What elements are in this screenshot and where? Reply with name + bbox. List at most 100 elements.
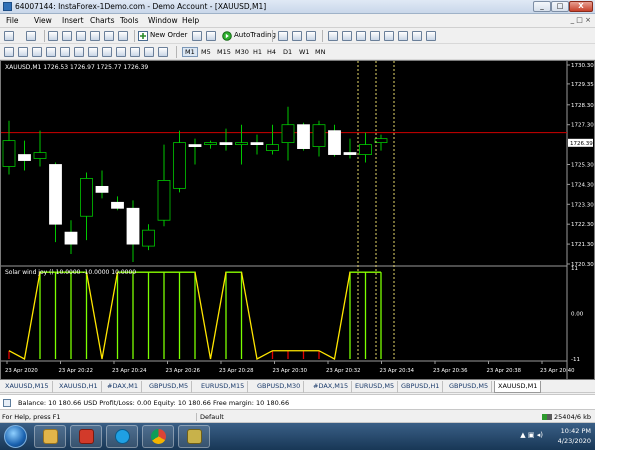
chart-tab-xauusd-m1[interactable]: XAUUSD,M1 — [494, 381, 542, 393]
chart-tab-xauusd-h1[interactable]: XAUUSD,H1 — [56, 381, 102, 393]
menu-tools[interactable]: Tools — [120, 16, 138, 25]
taskbar-explorer-button[interactable] — [34, 425, 66, 448]
connection-icon — [542, 414, 553, 420]
horizontal-line-icon[interactable] — [46, 47, 56, 57]
expert-advisor-icon[interactable] — [206, 31, 216, 41]
candle-body — [49, 164, 62, 225]
more-tools-icon[interactable] — [158, 47, 168, 57]
candlestick-icon[interactable] — [292, 31, 302, 41]
market-watch-icon[interactable] — [48, 31, 58, 41]
navigator-icon[interactable] — [76, 31, 86, 41]
maximize-button[interactable]: □ — [551, 1, 569, 12]
terminal-window: 64007144: InstaForex-1Demo.com - Demo Ac… — [0, 0, 595, 450]
timeframe-d1-button[interactable]: D1 — [280, 47, 295, 57]
chart-tab-gbpusd-m5[interactable]: GBPUSD,M5 — [146, 381, 193, 393]
candle-body — [281, 124, 295, 144]
chart-tab-gbpusd-m5[interactable]: GBPUSD,M5 — [446, 381, 493, 393]
menu-insert[interactable]: Insert — [62, 16, 84, 25]
time-tick-label: 23 Apr 20:28 — [219, 368, 254, 374]
indicators-icon[interactable] — [398, 31, 408, 41]
chrome-icon — [151, 429, 166, 444]
terminal-panel: Balance: 10 180.66 USD Profit/Loss: 0.00… — [0, 394, 595, 410]
zoom-out-icon[interactable] — [342, 31, 352, 41]
timeframe-h4-button[interactable]: H4 — [264, 47, 279, 57]
periods-icon[interactable] — [412, 31, 422, 41]
data-window-icon[interactable] — [62, 31, 72, 41]
timeframe-m5-button[interactable]: M5 — [198, 47, 214, 57]
timeframe-m30-button[interactable]: M30 — [232, 47, 252, 57]
price-tick-label: 1724.30 — [571, 182, 594, 188]
new-order-button[interactable]: New Order — [138, 30, 187, 42]
autotrading-icon — [222, 31, 232, 41]
taskbar-skype-button[interactable] — [106, 425, 138, 448]
timeframe-m15-button[interactable]: M15 — [214, 47, 234, 57]
toolbar-separator — [176, 46, 177, 58]
profiles-icon[interactable] — [26, 31, 36, 41]
chart-tab-gbpusd-m30[interactable]: GBPUSD,M30 — [254, 381, 305, 393]
metaeditor-icon[interactable] — [192, 31, 202, 41]
shapes-tool-icon[interactable] — [144, 47, 154, 57]
trendline-icon[interactable] — [60, 47, 70, 57]
chart-tab-dax-m1[interactable]: #DAX,M1 — [104, 381, 143, 393]
price-tick-label: 1730.30 — [571, 63, 594, 69]
candle-body — [235, 142, 248, 146]
time-tick-label: 23 Apr 20:38 — [487, 368, 522, 374]
text-tool-icon[interactable] — [102, 47, 112, 57]
candle-body — [328, 130, 341, 155]
cursor-icon[interactable] — [4, 47, 14, 57]
chart-tab-eurusd-m15[interactable]: EURUSD,M15 — [198, 381, 249, 393]
menu-window[interactable]: Window — [148, 16, 178, 25]
chart-shift-icon[interactable] — [370, 31, 380, 41]
mdi-window-controls[interactable]: _ □ × — [571, 16, 591, 24]
taskbar-chrome-button[interactable] — [142, 425, 174, 448]
timeframe-mn-button[interactable]: MN — [312, 47, 328, 57]
terminal-icon[interactable] — [90, 31, 100, 41]
price-chart[interactable]: 1730.30 1729.35 1728.30 1727.30 1725.30 1724.… — [1, 61, 594, 379]
history-icon[interactable] — [118, 31, 128, 41]
chart-window[interactable]: 1730.30 1729.35 1728.30 1727.30 1725.30 1724.… — [0, 60, 595, 380]
timeframe-w1-button[interactable]: W1 — [296, 47, 313, 57]
line-chart-icon[interactable] — [306, 31, 316, 41]
system-tray-icons[interactable]: ▲ ▣ ◂) — [520, 431, 543, 439]
traffic-value: 25404/6 kb — [554, 413, 591, 421]
candle-body — [343, 152, 357, 155]
menu-help[interactable]: Help — [182, 16, 199, 25]
vertical-line-icon[interactable] — [32, 47, 42, 57]
templates-icon[interactable] — [426, 31, 436, 41]
chart-tab-xauusd-m15[interactable]: XAUUSD,M15 — [2, 381, 53, 393]
autotrading-button[interactable]: AutoTrading — [222, 30, 276, 42]
chart-tab-dax-m15[interactable]: #DAX,M15 — [310, 381, 353, 393]
menu-view[interactable]: View — [34, 16, 52, 25]
system-clock[interactable]: 10:42 PM 4/23/2020 — [558, 426, 591, 446]
tile-windows-icon[interactable] — [356, 31, 366, 41]
zoom-in-icon[interactable] — [328, 31, 338, 41]
menu-file[interactable]: File — [6, 16, 19, 25]
start-button[interactable] — [4, 425, 27, 448]
time-tick-label: 23 Apr 20:40 — [540, 368, 575, 374]
time-tick-label: 23 Apr 20:32 — [326, 368, 361, 374]
status-traffic: 25404/6 kb — [542, 413, 591, 421]
channel-icon[interactable] — [74, 47, 84, 57]
crosshair-icon[interactable] — [18, 47, 28, 57]
timeframe-h1-button[interactable]: H1 — [250, 47, 265, 57]
new-chart-icon[interactable] — [4, 31, 14, 41]
time-tick-label: 23 Apr 2020 — [5, 368, 38, 374]
close-button[interactable]: X — [569, 1, 593, 12]
chart-tab-eurusd-m5[interactable]: EURUSD,M5 — [352, 381, 399, 393]
bar-chart-icon[interactable] — [278, 31, 288, 41]
label-tool-icon[interactable] — [116, 47, 126, 57]
menu-charts[interactable]: Charts — [90, 16, 115, 25]
price-tick-label: 1723.30 — [571, 202, 594, 208]
toolbar-separator — [272, 30, 273, 42]
chart-tab-gbpusd-h1[interactable]: GBPUSD,H1 — [398, 381, 444, 393]
new-order-icon — [138, 31, 148, 41]
timeframe-toolbar: M1 M5 M15 M30 H1 H4 D1 W1 MN — [0, 44, 595, 60]
fibonacci-icon[interactable] — [88, 47, 98, 57]
taskbar-metatrader-button[interactable] — [70, 425, 102, 448]
timeframe-m1-button[interactable]: M1 — [182, 47, 198, 57]
taskbar-app-button[interactable] — [178, 425, 210, 448]
autoscroll-icon[interactable] — [384, 31, 394, 41]
strategy-tester-icon[interactable] — [104, 31, 114, 41]
arrows-tool-icon[interactable] — [130, 47, 140, 57]
minimize-button[interactable]: _ — [533, 1, 551, 12]
